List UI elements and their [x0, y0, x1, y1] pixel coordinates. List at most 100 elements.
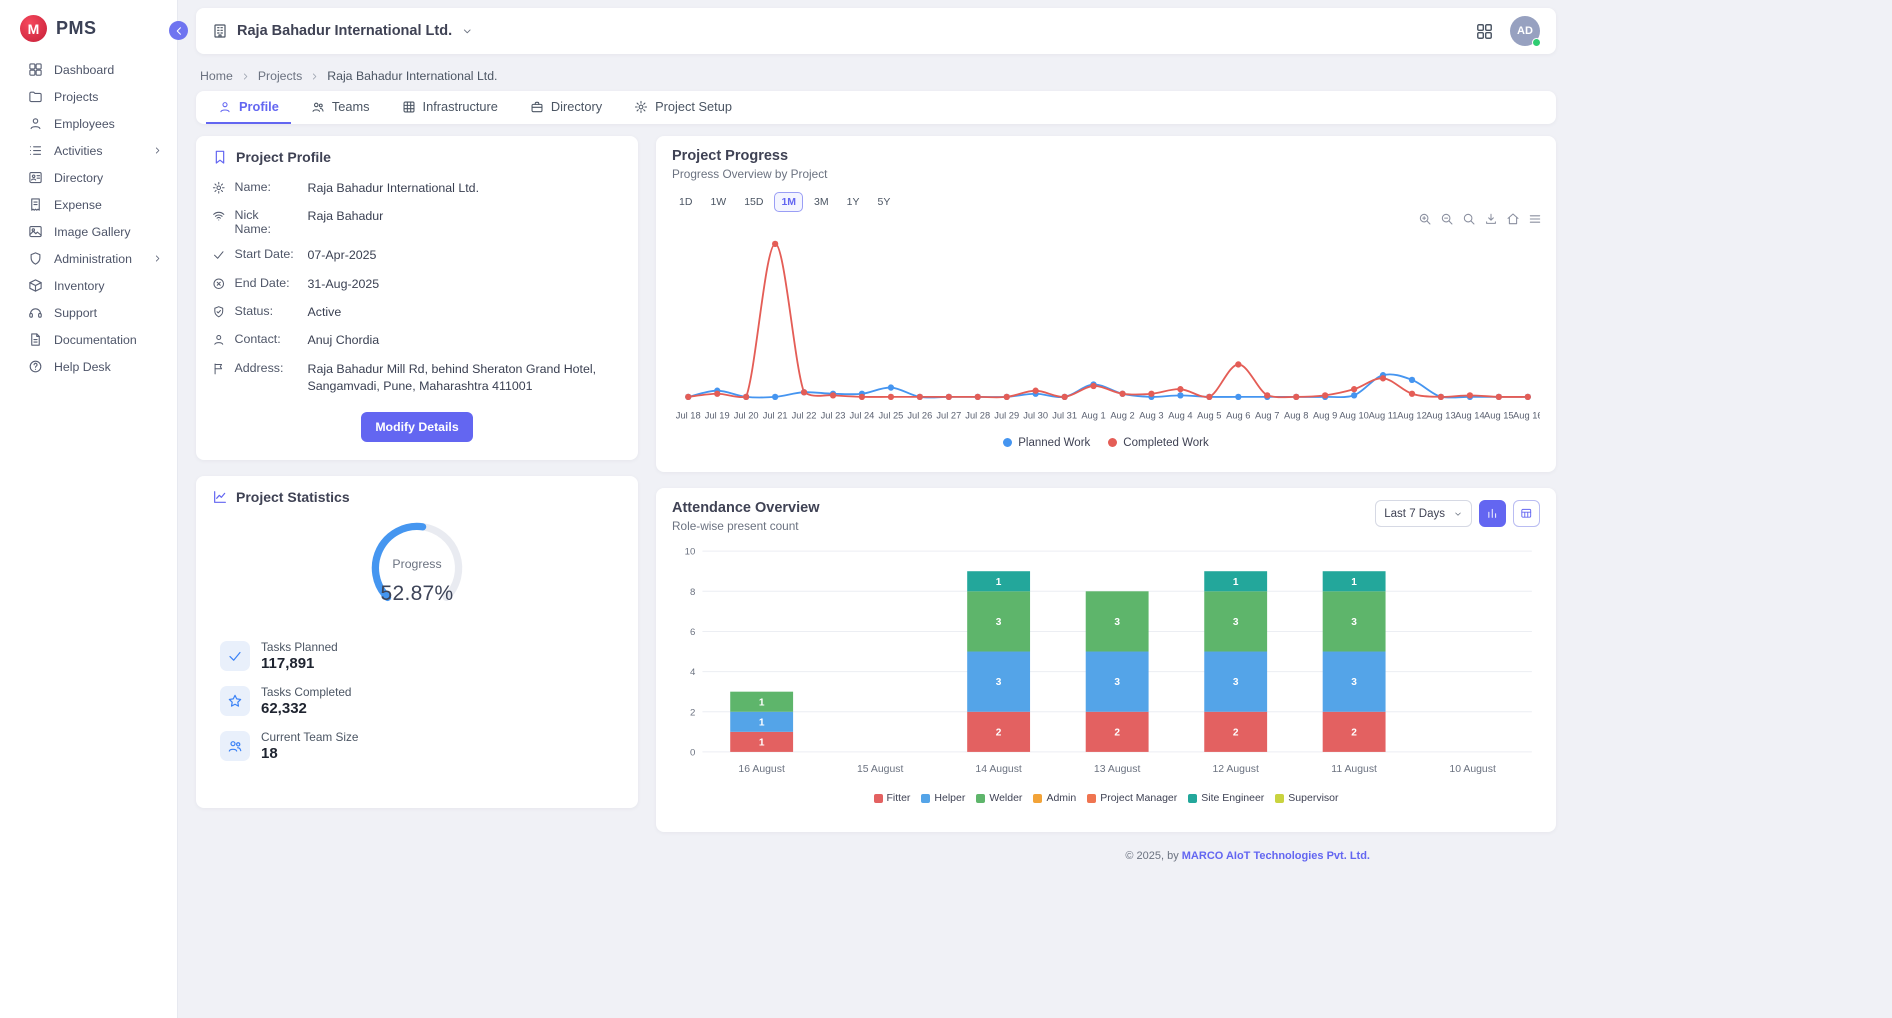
- sidebar-item-projects[interactable]: Projects: [0, 83, 177, 110]
- legend-item-supervisor[interactable]: Supervisor: [1275, 792, 1338, 804]
- sidebar-item-dashboard[interactable]: Dashboard: [0, 56, 177, 83]
- svg-text:6: 6: [690, 627, 695, 638]
- search-icon[interactable]: [1462, 212, 1476, 226]
- field-label: Nick Name:: [235, 208, 299, 236]
- tab-profile[interactable]: Profile: [206, 91, 291, 124]
- legend-item-planned-work[interactable]: Planned Work: [1003, 437, 1090, 449]
- expense-icon: [28, 197, 43, 212]
- tab-teams[interactable]: Teams: [299, 91, 382, 124]
- legend-item-welder[interactable]: Welder: [976, 792, 1022, 804]
- signal-icon: [212, 209, 226, 223]
- tab-project-setup[interactable]: Project Setup: [622, 91, 744, 124]
- breadcrumb-item[interactable]: Projects: [258, 69, 302, 83]
- nav-label: Directory: [54, 171, 103, 185]
- svg-text:3: 3: [1114, 617, 1120, 628]
- field-start-date: Start Date:07-Apr-2025: [212, 247, 622, 264]
- field-address: Address:Raja Bahadur Mill Rd, behind She…: [212, 361, 622, 396]
- menu-icon[interactable]: [1528, 212, 1542, 226]
- range-1d[interactable]: 1D: [672, 192, 699, 212]
- legend-item-site-engineer[interactable]: Site Engineer: [1188, 792, 1264, 804]
- apps-grid-button[interactable]: [1475, 22, 1494, 41]
- legend-item-helper[interactable]: Helper: [921, 792, 965, 804]
- tab-directory[interactable]: Directory: [518, 91, 614, 124]
- table-view-button[interactable]: [1513, 500, 1540, 527]
- svg-text:Aug 2: Aug 2: [1110, 411, 1134, 421]
- range-15d[interactable]: 15D: [737, 192, 770, 212]
- check-icon: [220, 641, 250, 671]
- sidebar-item-employees[interactable]: Employees: [0, 110, 177, 137]
- stat-tasks-planned: Tasks Planned117,891: [220, 640, 622, 672]
- home-icon[interactable]: [1506, 212, 1520, 226]
- zoom-in-icon[interactable]: [1418, 212, 1432, 226]
- dashboard-icon: [28, 62, 43, 77]
- svg-text:Jul 25: Jul 25: [879, 411, 904, 421]
- svg-text:Jul 18: Jul 18: [676, 411, 701, 421]
- stat-value: 18: [261, 745, 358, 762]
- sidebar-item-administration[interactable]: Administration: [0, 245, 177, 272]
- sidebar-item-directory[interactable]: Directory: [0, 164, 177, 191]
- bar-chart-icon: [1486, 507, 1499, 520]
- date-range-select[interactable]: Last 7 Days: [1375, 500, 1472, 527]
- legend-item-fitter[interactable]: Fitter: [874, 792, 911, 804]
- legend-label: Admin: [1046, 792, 1076, 804]
- chevron-right-icon: [240, 71, 251, 82]
- zoom-out-icon[interactable]: [1440, 212, 1454, 226]
- header-actions: AD: [1475, 16, 1540, 46]
- svg-text:2: 2: [690, 707, 695, 718]
- range-5y[interactable]: 5Y: [870, 192, 897, 212]
- chevron-right-icon: [309, 71, 320, 82]
- svg-text:Jul 20: Jul 20: [734, 411, 759, 421]
- sidebar-item-help-desk[interactable]: Help Desk: [0, 353, 177, 380]
- sidebar-item-activities[interactable]: Activities: [0, 137, 177, 164]
- footer-company-link[interactable]: MARCO AIoT Technologies Pvt. Ltd.: [1182, 850, 1370, 862]
- stat-label: Current Team Size: [261, 730, 358, 744]
- modify-details-button[interactable]: Modify Details: [361, 412, 472, 442]
- svg-text:Aug 4: Aug 4: [1168, 411, 1192, 421]
- range-1w[interactable]: 1W: [703, 192, 733, 212]
- sidebar-collapse-button[interactable]: [169, 21, 188, 40]
- documentation-icon: [28, 332, 43, 347]
- sidebar-item-inventory[interactable]: Inventory: [0, 272, 177, 299]
- legend-item-project-manager[interactable]: Project Manager: [1087, 792, 1177, 804]
- stat-text: Tasks Planned117,891: [261, 640, 338, 672]
- gauge-value: 52.87%: [212, 582, 622, 606]
- sidebar-item-documentation[interactable]: Documentation: [0, 326, 177, 353]
- user-avatar[interactable]: AD: [1510, 16, 1540, 46]
- chevron-right-icon: [152, 253, 163, 264]
- sidebar-item-support[interactable]: Support: [0, 299, 177, 326]
- breadcrumb-item[interactable]: Home: [200, 69, 233, 83]
- brand-name: PMS: [56, 18, 97, 39]
- legend-item-completed-work[interactable]: Completed Work: [1108, 437, 1208, 449]
- chart-view-button[interactable]: [1479, 500, 1506, 527]
- projects-icon: [28, 89, 43, 104]
- star-icon: [220, 686, 250, 716]
- svg-text:3: 3: [996, 677, 1002, 688]
- svg-text:8: 8: [690, 587, 695, 598]
- tab-infrastructure[interactable]: Infrastructure: [390, 91, 510, 124]
- flag-icon: [212, 362, 226, 376]
- nav-label: Inventory: [54, 279, 105, 293]
- legend-label: Supervisor: [1288, 792, 1338, 804]
- svg-text:1: 1: [1351, 577, 1357, 588]
- nav-label: Employees: [54, 117, 115, 131]
- range-3m[interactable]: 3M: [807, 192, 836, 212]
- svg-text:Jul 28: Jul 28: [965, 411, 990, 421]
- top-header: Raja Bahadur International Ltd. AD: [196, 8, 1556, 54]
- legend-item-admin[interactable]: Admin: [1033, 792, 1076, 804]
- shield-check-icon: [212, 305, 226, 319]
- svg-text:Aug 15: Aug 15: [1484, 411, 1514, 421]
- sidebar-item-image-gallery[interactable]: Image Gallery: [0, 218, 177, 245]
- tab-label: Infrastructure: [423, 99, 498, 114]
- download-icon[interactable]: [1484, 212, 1498, 226]
- user-icon: [212, 333, 226, 347]
- grid-icon: [402, 100, 416, 114]
- company-selector[interactable]: Raja Bahadur International Ltd.: [212, 23, 474, 39]
- check-icon: [212, 248, 226, 262]
- legend-swatch: [874, 794, 883, 803]
- chevron-left-icon: [172, 24, 186, 38]
- field-label: Start Date:: [235, 247, 299, 261]
- range-1y[interactable]: 1Y: [840, 192, 867, 212]
- range-1m[interactable]: 1M: [774, 192, 803, 212]
- legend-label: Fitter: [887, 792, 911, 804]
- sidebar-item-expense[interactable]: Expense: [0, 191, 177, 218]
